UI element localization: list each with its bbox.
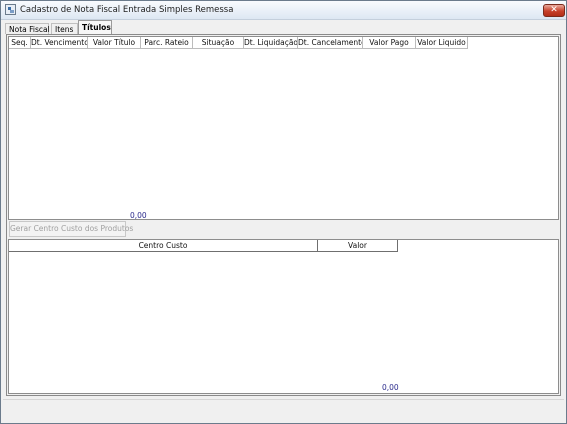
- col-seq[interactable]: Seq.: [9, 37, 31, 49]
- title-bar[interactable]: Cadastro de Nota Fiscal Entrada Simples …: [1, 1, 566, 20]
- app-icon: [5, 4, 16, 15]
- col-valor-titulo[interactable]: Valor Título: [88, 37, 141, 49]
- tab-itens[interactable]: Itens: [51, 23, 78, 34]
- tab-titulos[interactable]: Títulos: [78, 20, 112, 34]
- status-bar: [3, 399, 564, 422]
- main-window: Cadastro de Nota Fiscal Entrada Simples …: [0, 0, 567, 424]
- close-button[interactable]: ✕: [543, 4, 565, 17]
- titulos-grid-header: Seq. Dt. Vencimento Valor Título Parc. R…: [9, 37, 468, 49]
- centro-custo-total-valor: 0,00: [382, 383, 399, 392]
- titulos-panel: Seq. Dt. Vencimento Valor Título Parc. R…: [6, 34, 561, 396]
- tab-nota-fiscal[interactable]: Nota Fiscal: [5, 23, 50, 34]
- gerar-centro-custo-button[interactable]: Gerar Centro Custo dos Produtos: [9, 221, 133, 237]
- col-dt-cancelamento[interactable]: Dt. Cancelamento: [298, 37, 363, 49]
- centro-custo-grid[interactable]: Centro Custo Valor 0,00: [8, 239, 559, 394]
- col-valor[interactable]: Valor: [318, 240, 398, 252]
- col-valor-liquido[interactable]: Valor Liquido: [416, 37, 468, 49]
- col-dt-vencimento[interactable]: Dt. Vencimento: [31, 37, 88, 49]
- col-valor-pago[interactable]: Valor Pago: [363, 37, 416, 49]
- col-dt-liquidacao[interactable]: Dt. Liquidação: [244, 37, 298, 49]
- col-situacao[interactable]: Situação: [193, 37, 244, 49]
- col-parc-rateio[interactable]: Parc. Rateio: [141, 37, 193, 49]
- window-title: Cadastro de Nota Fiscal Entrada Simples …: [20, 5, 234, 15]
- col-centro-custo[interactable]: Centro Custo: [9, 240, 318, 252]
- titulos-grid[interactable]: Seq. Dt. Vencimento Valor Título Parc. R…: [8, 36, 559, 220]
- titulos-total-valor: 0,00: [130, 211, 147, 220]
- centro-custo-grid-header: Centro Custo Valor: [9, 240, 398, 252]
